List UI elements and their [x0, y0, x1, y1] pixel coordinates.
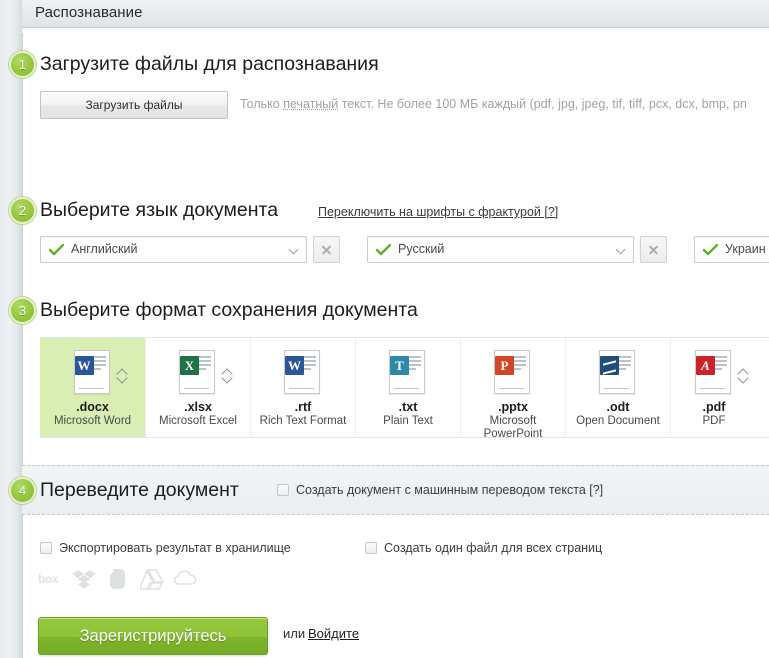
remove-language-1-button[interactable] — [313, 236, 340, 263]
machine-translation-label[interactable]: Создать документ с машинным переводом те… — [296, 483, 603, 497]
single-file-checkbox[interactable] — [365, 542, 377, 554]
header-sheen — [22, 28, 769, 33]
or-text: или — [283, 626, 306, 641]
checkmark-icon — [49, 240, 64, 260]
format-ext-pdf: .pdf — [702, 400, 726, 414]
format-name-docx: Microsoft Word — [53, 415, 132, 427]
step-badge-3: 3 — [9, 297, 36, 324]
rtf-badge: W — [285, 356, 304, 375]
step-badge-4: 4 — [9, 477, 36, 504]
format-tile-txt[interactable]: T .txt Plain Text — [355, 338, 460, 437]
format-name-odt: Open Document — [576, 415, 660, 427]
hint-underlined: печатный — [283, 97, 339, 111]
onedrive-storage-icon[interactable] — [174, 568, 200, 590]
chevron-down-icon — [617, 246, 626, 255]
language-select-3[interactable]: Украин — [694, 236, 769, 263]
format-spinner-pdf[interactable] — [737, 368, 750, 384]
section-4-heading: Переведите документ — [40, 479, 239, 501]
left-gutter — [0, 0, 22, 658]
excel-doc-icon: X — [179, 350, 233, 394]
hint-prefix: Только — [240, 97, 284, 111]
pdf-doc-icon: A — [695, 350, 749, 394]
word-doc-icon: W — [73, 350, 128, 394]
format-ext-docx: .docx — [76, 400, 109, 414]
page-title: Распознавание — [35, 4, 143, 21]
upload-files-button[interactable]: Загрузить файлы — [40, 91, 228, 119]
export-to-storage-label[interactable]: Экспортировать результат в хранилище — [59, 541, 291, 555]
format-name-txt: Plain Text — [383, 415, 433, 427]
remove-language-2-button[interactable] — [640, 236, 667, 263]
language-select-1-value: Английский — [71, 242, 138, 256]
login-link[interactable]: Войдите — [308, 626, 359, 641]
chevron-down-icon — [290, 246, 299, 255]
format-tile-docx[interactable]: W .docx Microsoft Word — [40, 338, 145, 437]
hint-suffix: текст. Не более 100 МБ каждый (pdf, jpg,… — [338, 97, 747, 111]
format-name-pptx: Microsoft PowerPoint — [483, 415, 543, 440]
checkmark-icon — [376, 240, 391, 260]
switch-fraktur-link[interactable]: Переключить на шрифты с фрактурой [?] — [318, 205, 558, 219]
recognition-page: Распознавание 1 Загрузите файлы для расп… — [0, 0, 769, 658]
language-select-2-value: Русский — [398, 242, 445, 256]
gutter-divider — [22, 0, 23, 658]
machine-translation-checkbox[interactable] — [277, 484, 289, 496]
single-file-label[interactable]: Создать один файл для всех страниц — [384, 541, 602, 555]
export-to-storage-checkbox[interactable] — [40, 542, 52, 554]
rtf-doc-icon: W — [284, 350, 322, 394]
format-tile-xlsx[interactable]: X .xlsx Microsoft Excel — [145, 338, 250, 437]
format-spinner-docx[interactable] — [115, 368, 129, 384]
format-ext-odt: .odt — [606, 400, 630, 414]
pptx-badge: P — [495, 356, 514, 375]
format-tile-pptx[interactable]: P .pptx Microsoft PowerPoint — [460, 338, 565, 440]
excel-badge: X — [180, 356, 199, 375]
pdf-badge: A — [696, 356, 715, 375]
section-1-heading: Загрузите файлы для распознавания — [40, 53, 379, 75]
plain-text-doc-icon: T — [389, 350, 427, 394]
page-header-bar: Распознавание — [22, 0, 769, 28]
word-badge: W — [74, 356, 94, 375]
storage-providers-row: box — [38, 568, 218, 592]
format-tile-list: W .docx Microsoft Word X .xlsx Microsoft… — [40, 337, 769, 440]
googledrive-storage-icon[interactable] — [140, 568, 166, 590]
evernote-storage-icon[interactable] — [106, 568, 132, 590]
register-button[interactable]: Зарегистрируйтесь — [38, 617, 268, 655]
step-badge-1: 1 — [9, 51, 36, 78]
powerpoint-doc-icon: P — [494, 350, 532, 394]
opendocument-icon — [599, 350, 637, 394]
format-tile-odt[interactable]: .odt Open Document — [565, 338, 670, 437]
format-ext-xlsx: .xlsx — [184, 400, 212, 414]
txt-badge: T — [390, 356, 409, 375]
odt-badge — [600, 356, 619, 375]
format-ext-txt: .txt — [398, 400, 418, 414]
format-name-xlsx: Microsoft Excel — [159, 415, 237, 427]
section-2-heading: Выберите язык документа — [40, 199, 279, 221]
format-name-pdf: PDF — [702, 415, 726, 427]
step-badge-2: 2 — [9, 197, 36, 224]
format-spinner-xlsx[interactable] — [221, 368, 234, 384]
section-3-heading: Выберите формат сохранения документа — [40, 299, 418, 321]
format-name-rtf: Rich Text Format — [259, 415, 347, 427]
upload-hint: Только печатный текст. Не более 100 МБ к… — [240, 97, 769, 111]
language-select-3-value: Украин — [725, 242, 766, 256]
box-storage-icon[interactable]: box — [38, 568, 64, 590]
language-select-2[interactable]: Русский — [367, 236, 634, 263]
checkmark-icon — [703, 240, 718, 260]
format-tile-pdf[interactable]: A .pdf PDF — [670, 338, 769, 437]
language-select-1[interactable]: Английский — [40, 236, 307, 263]
format-ext-pptx: .pptx — [498, 400, 528, 414]
format-ext-rtf: .rtf — [294, 400, 312, 414]
format-tile-rtf[interactable]: W .rtf Rich Text Format — [250, 338, 355, 437]
dropbox-storage-icon[interactable] — [72, 568, 98, 590]
